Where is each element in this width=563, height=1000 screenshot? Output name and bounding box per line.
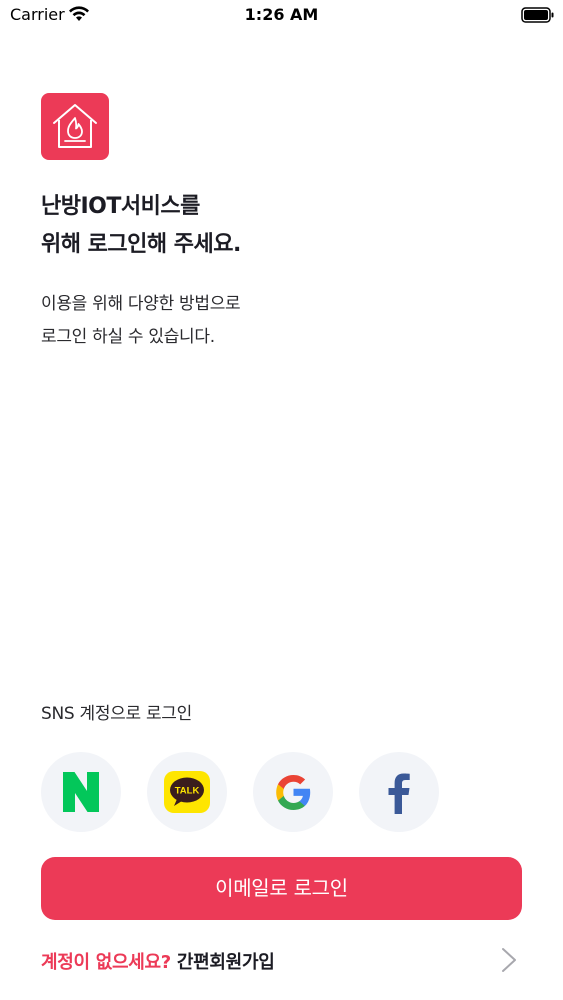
kakao-talk-icon: TALK [164,771,210,813]
page-title: 난방IOT서비스를 위해 로그인해 주세요. [41,188,521,264]
signup-prompt: 계정이 없으세요? 간편회원가입 [41,948,275,974]
naver-login-button[interactable] [41,752,121,832]
page-description-line-1: 이용을 위해 다양한 방법으로 [41,294,241,314]
google-icon [276,775,311,810]
chevron-right-icon [502,948,516,972]
signup-link[interactable]: 간편회원가입 [177,952,275,973]
status-time: 1:26 AM [244,5,319,24]
signup-question-text: 계정이 없으세요? [41,952,171,973]
app-logo [41,93,109,160]
kakao-talk-badge-text: TALK [175,786,200,797]
email-login-button[interactable]: 이메일로 로그인 [41,857,522,920]
facebook-login-button[interactable] [359,752,439,832]
signup-row[interactable]: 계정이 없으세요? 간편회원가입 [41,942,522,978]
sns-login-label: SNS 계정으로 로그인 [41,704,192,724]
facebook-icon [388,773,410,814]
kakao-login-button[interactable]: TALK [147,752,227,832]
page-title-line-2: 위해 로그인해 주세요. [41,232,241,257]
page-description: 이용을 위해 다양한 방법으로 로그인 하실 수 있습니다. [41,288,521,354]
page-description-line-2: 로그인 하실 수 있습니다. [41,327,215,347]
google-login-button[interactable] [253,752,333,832]
sns-login-buttons: TALK [41,752,461,832]
battery-icon [521,7,554,23]
status-bar: Carrier 1:26 AM [0,0,563,30]
house-flame-icon [53,104,97,148]
page-title-line-1: 난방IOT서비스를 [41,194,200,219]
naver-icon [63,772,99,812]
